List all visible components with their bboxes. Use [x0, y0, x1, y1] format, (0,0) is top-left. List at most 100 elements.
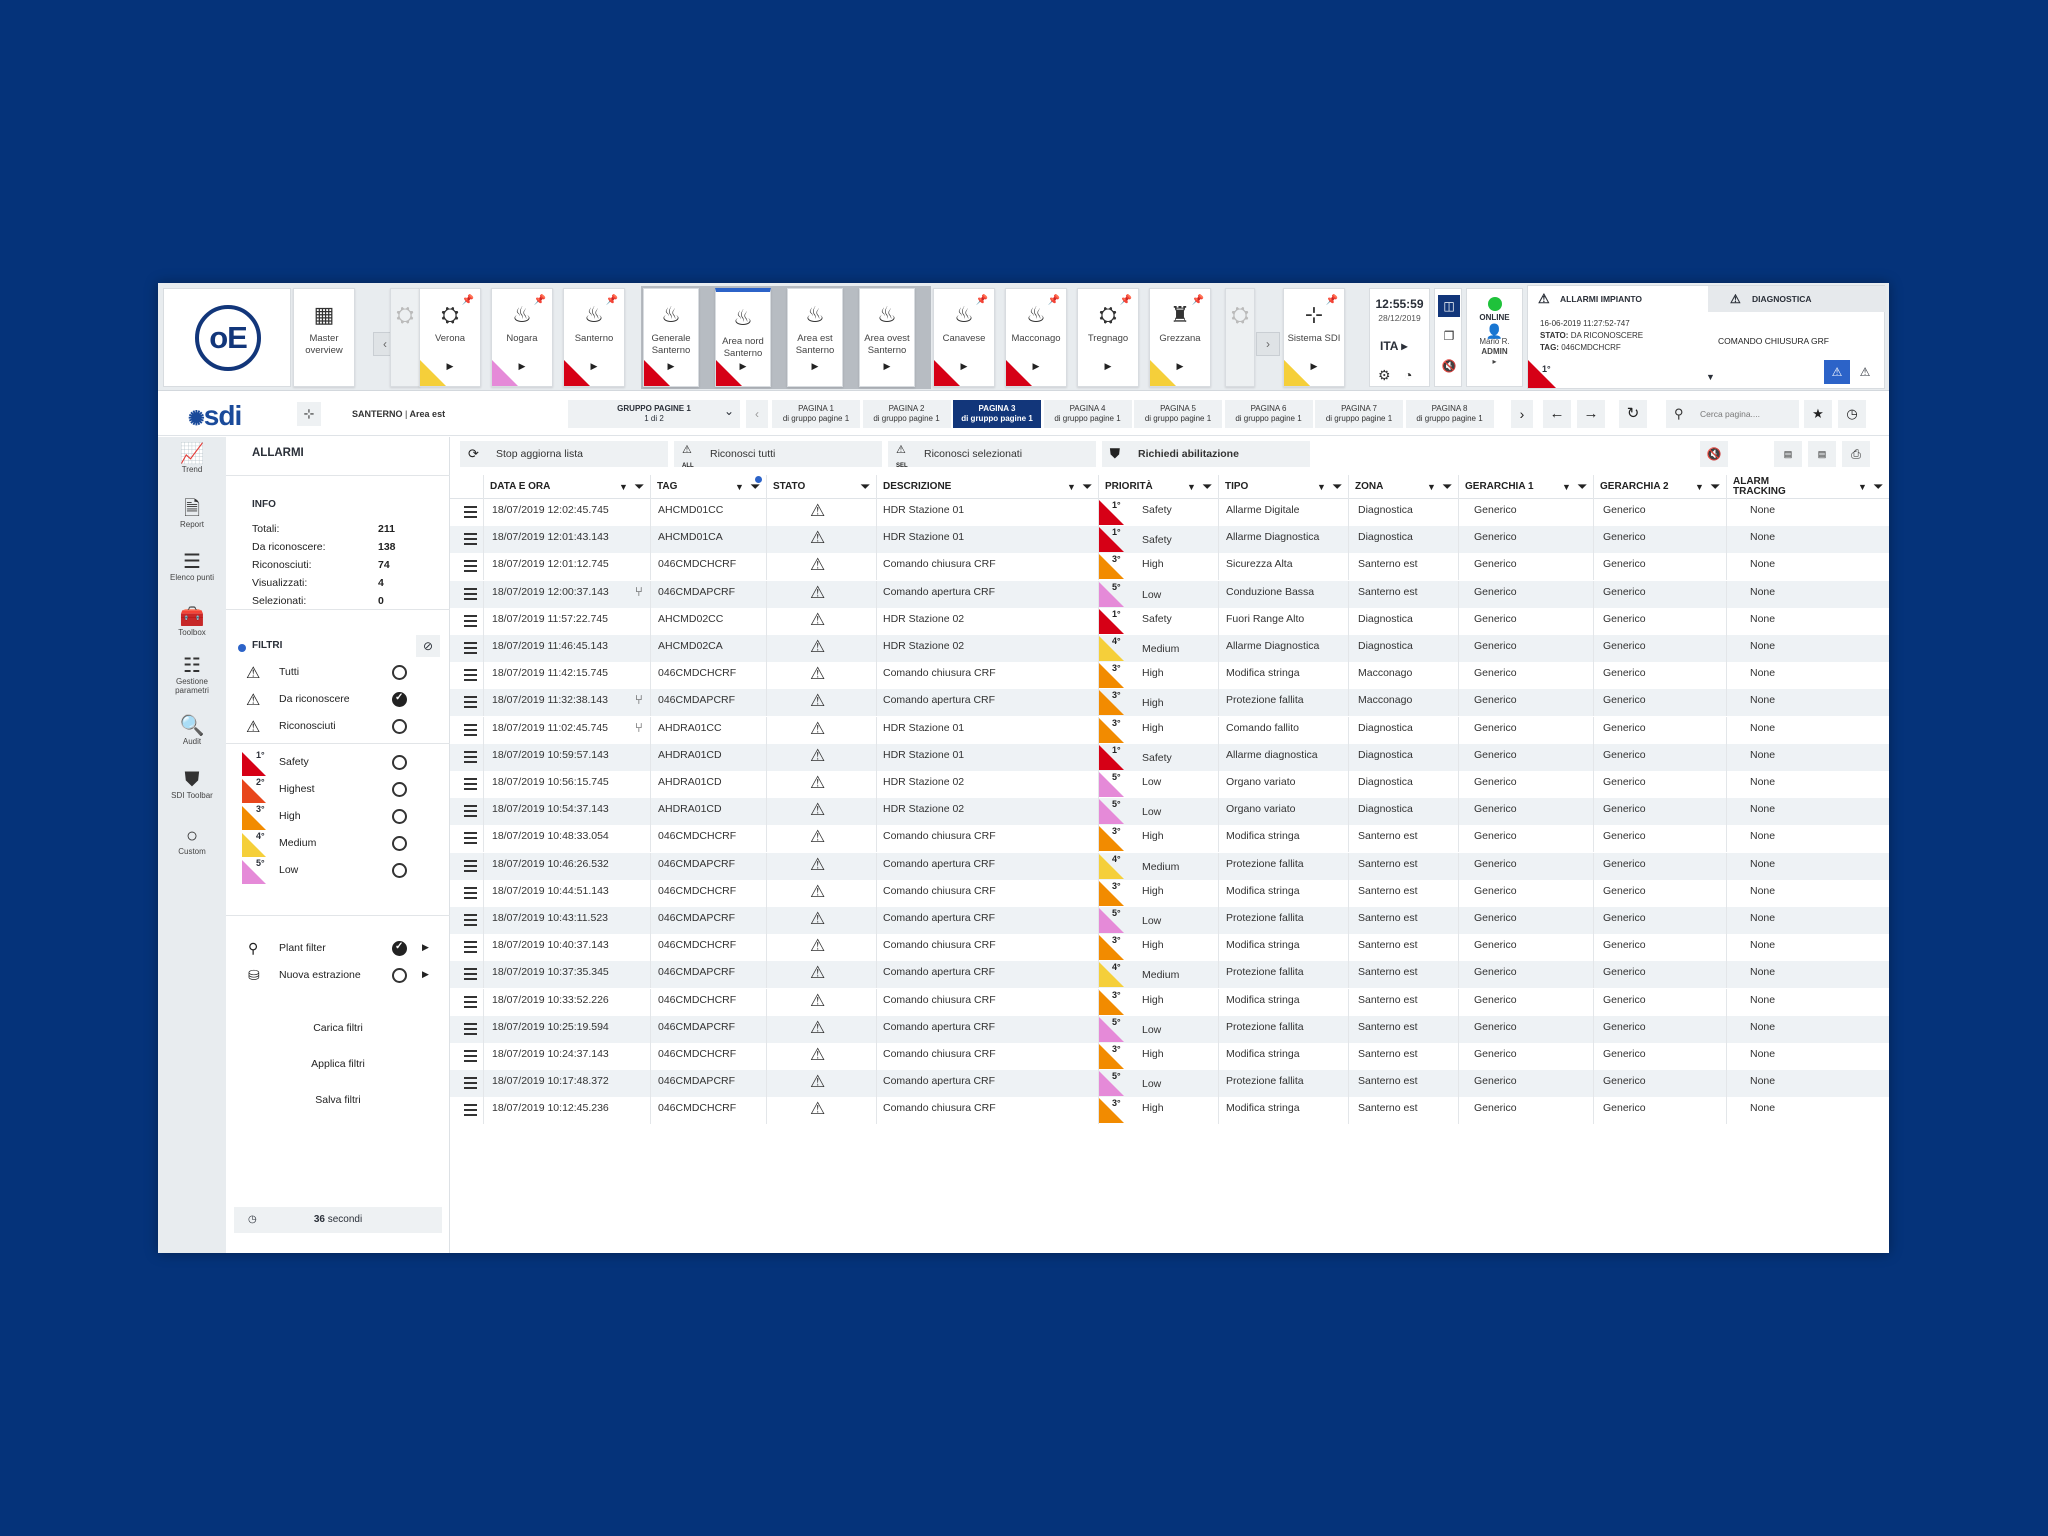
layout-icon[interactable]: ◫: [1438, 295, 1460, 317]
table-row[interactable]: 18/07/2019 12:01:12.745 046CMDCHCRF ⚠ Coman…: [450, 553, 1889, 581]
pin-icon[interactable]: 📌: [1326, 295, 1338, 306]
table-row[interactable]: 18/07/2019 10:40:37.143 046CMDCHCRF ⚠ Coman…: [450, 934, 1889, 962]
clear-filter-icon[interactable]: ⊘: [416, 635, 440, 657]
ack-alarm-icon[interactable]: ⚠: [1824, 360, 1850, 384]
extra-filter-radio[interactable]: [392, 941, 407, 956]
state-unacknowledged-icon[interactable]: ⚠: [810, 881, 825, 908]
ack-all-button[interactable]: ⚠ ALL Riconosci tutti: [674, 441, 882, 469]
state-unacknowledged-icon[interactable]: ⚠: [810, 554, 825, 581]
table-row[interactable]: 18/07/2019 10:17:48.372 046CMDAPCRF ⚠ Coman…: [450, 1070, 1889, 1098]
page-group-select[interactable]: GRUPPO PAGINE 11 di 2 ⌄: [568, 400, 740, 428]
table-row[interactable]: 18/07/2019 11:57:22.745 AHCMD02CC ⚠ HDR Sta…: [450, 607, 1889, 636]
state-unacknowledged-icon[interactable]: ⚠: [810, 799, 825, 826]
user-info[interactable]: Mario R. ADMIN ▸: [1467, 337, 1522, 367]
column-header[interactable]: DESCRIZIONE ▼ ⏷: [876, 475, 1098, 499]
sort-icon[interactable]: ▼: [1187, 475, 1196, 499]
tab-plant-alarms[interactable]: ⚠ ALLARMI IMPIANTO: [1528, 286, 1708, 312]
export-csv-icon[interactable]: ▤: [1808, 441, 1836, 467]
tab-diagnostics[interactable]: ⚠ DIAGNOSTICA: [1708, 286, 1886, 312]
priority-radio[interactable]: [392, 782, 407, 797]
pages-next-button[interactable]: ›: [1511, 400, 1533, 428]
row-menu-icon[interactable]: [464, 642, 477, 654]
row-menu-icon[interactable]: [464, 995, 477, 1008]
tile-area-est-santerno[interactable]: ♨ Area est Santerno ▶: [787, 288, 843, 387]
table-row[interactable]: 18/07/2019 10:48:33.054 046CMDCHCRF ⚠ Coman…: [450, 825, 1889, 853]
page-tab-8[interactable]: PAGINA 8 di gruppo pagine 1: [1405, 400, 1494, 428]
sort-icon[interactable]: ▼: [1858, 475, 1867, 499]
state-unacknowledged-icon[interactable]: ⚠: [810, 826, 825, 853]
state-unacknowledged-icon[interactable]: ⚠: [810, 772, 825, 799]
rail-trend[interactable]: 📈 Trend: [158, 443, 226, 474]
branch-icon[interactable]: ⑂: [635, 689, 643, 716]
filter-icon[interactable]: ⏷: [861, 475, 870, 499]
state-unacknowledged-icon[interactable]: ⚠: [810, 935, 825, 962]
table-row[interactable]: 18/07/2019 12:00:37.143 ⑂ 046CMDAPCRF ⚠ Coma…: [450, 580, 1889, 608]
row-menu-icon[interactable]: [464, 914, 477, 926]
state-unacknowledged-icon[interactable]: ⚠: [810, 500, 825, 527]
table-row[interactable]: 18/07/2019 10:24:37.143 046CMDCHCRF ⚠ Coman…: [450, 1043, 1889, 1070]
row-menu-icon[interactable]: [464, 614, 477, 627]
page-tab-5[interactable]: PAGINA 5 di gruppo pagine 1: [1134, 400, 1222, 428]
sort-icon[interactable]: ▼: [1317, 475, 1326, 499]
state-filter-radio[interactable]: [392, 665, 407, 680]
alarm-history-icon[interactable]: ⚠: [1852, 360, 1878, 384]
table-row[interactable]: 18/07/2019 10:54:37.143 AHDRA01CD ⚠ HDR Sta…: [450, 798, 1889, 826]
rail-toolbox[interactable]: 🧰 Toolbox: [158, 606, 226, 637]
pin-icon[interactable]: 📌: [462, 295, 474, 306]
tile-tregnago[interactable]: ⛭ Tregnago ▶ 📌: [1077, 288, 1139, 387]
column-header[interactable]: DATA E ORA ▼ ⏷: [483, 475, 650, 499]
rail-custom[interactable]: ○ Custom: [158, 825, 226, 856]
clock-icon[interactable]: ◷: [1838, 400, 1866, 428]
branch-icon[interactable]: ⑂: [635, 717, 643, 744]
column-header[interactable]: GERARCHIA 1 ▼ ⏷: [1458, 475, 1593, 499]
state-unacknowledged-icon[interactable]: ⚠: [810, 1098, 825, 1125]
rail-report[interactable]: 🗎 Report: [158, 498, 226, 529]
page-search-input[interactable]: ⚲ Cerca pagina....: [1666, 400, 1799, 428]
page-tab-1[interactable]: PAGINA 1 di gruppo pagine 1: [772, 400, 860, 428]
state-unacknowledged-icon[interactable]: ⚠: [810, 854, 825, 881]
table-row[interactable]: 18/07/2019 10:12:45.236 046CMDCHCRF ⚠ Coman…: [450, 1097, 1889, 1125]
tile-canavese[interactable]: ♨ Canavese ▶ 📌: [933, 288, 995, 387]
row-menu-icon[interactable]: [464, 587, 477, 600]
page-tab-2[interactable]: PAGINA 2 di gruppo pagine 1: [862, 400, 951, 428]
language-selector[interactable]: ITA ▸: [1380, 339, 1407, 353]
table-row[interactable]: 18/07/2019 11:32:38.143 ⑂ 046CMDAPCRF ⚠ Coma…: [450, 689, 1889, 717]
filter-action-2[interactable]: Applica filtri: [226, 1058, 450, 1070]
state-unacknowledged-icon[interactable]: ⚠: [810, 1044, 825, 1071]
row-menu-icon[interactable]: [464, 750, 477, 763]
export-xlsx-icon[interactable]: ▤: [1774, 441, 1802, 467]
row-menu-icon[interactable]: [464, 859, 477, 872]
forward-arrow-icon[interactable]: →: [1577, 400, 1605, 428]
filter-icon[interactable]: ⏷: [1203, 475, 1212, 499]
filter-icon[interactable]: ⏷: [1083, 475, 1092, 499]
pin-icon[interactable]: 📌: [1192, 295, 1204, 306]
pages-prev-button[interactable]: ‹: [746, 400, 768, 428]
hierarchy-icon[interactable]: ⊹: [297, 402, 321, 426]
column-header[interactable]: ALARM TRACKING ▼ ⏷: [1726, 475, 1889, 499]
row-menu-icon[interactable]: [464, 941, 477, 954]
pin-icon[interactable]: 📌: [606, 295, 618, 306]
gear-icon[interactable]: ⚙: [1378, 367, 1391, 384]
state-unacknowledged-icon[interactable]: ⚠: [810, 990, 825, 1017]
chevron-right-icon[interactable]: ▶: [422, 942, 429, 953]
star-icon[interactable]: ★: [1804, 400, 1832, 428]
filter-icon[interactable]: ⏷: [635, 475, 644, 499]
extra-filter-radio[interactable]: [392, 968, 407, 983]
row-menu-icon[interactable]: [464, 832, 477, 845]
state-unacknowledged-icon[interactable]: ⚠: [810, 609, 825, 636]
column-header[interactable]: STATO ⏷: [766, 475, 876, 499]
oe-logo[interactable]: oE: [163, 288, 291, 387]
row-menu-icon[interactable]: [464, 560, 477, 573]
state-unacknowledged-icon[interactable]: ⚠: [810, 636, 825, 663]
table-row[interactable]: 18/07/2019 10:56:15.745 AHDRA01CD ⚠ HDR Sta…: [450, 771, 1889, 798]
page-tab-6[interactable]: PAGINA 6 di gruppo pagine 1: [1224, 400, 1313, 428]
state-unacknowledged-icon[interactable]: ⚠: [810, 527, 825, 554]
sort-icon[interactable]: ▼: [1562, 475, 1571, 499]
row-menu-icon[interactable]: [464, 968, 477, 981]
pin-icon[interactable]: 📌: [534, 295, 546, 306]
row-menu-icon[interactable]: [464, 533, 477, 546]
column-header[interactable]: TIPO ▼ ⏷: [1218, 475, 1348, 499]
table-row[interactable]: 18/07/2019 10:44:51.143 046CMDCHCRF ⚠ Coman…: [450, 879, 1889, 908]
state-unacknowledged-icon[interactable]: ⚠: [810, 962, 825, 989]
pin-icon[interactable]: 📌: [1120, 295, 1132, 306]
